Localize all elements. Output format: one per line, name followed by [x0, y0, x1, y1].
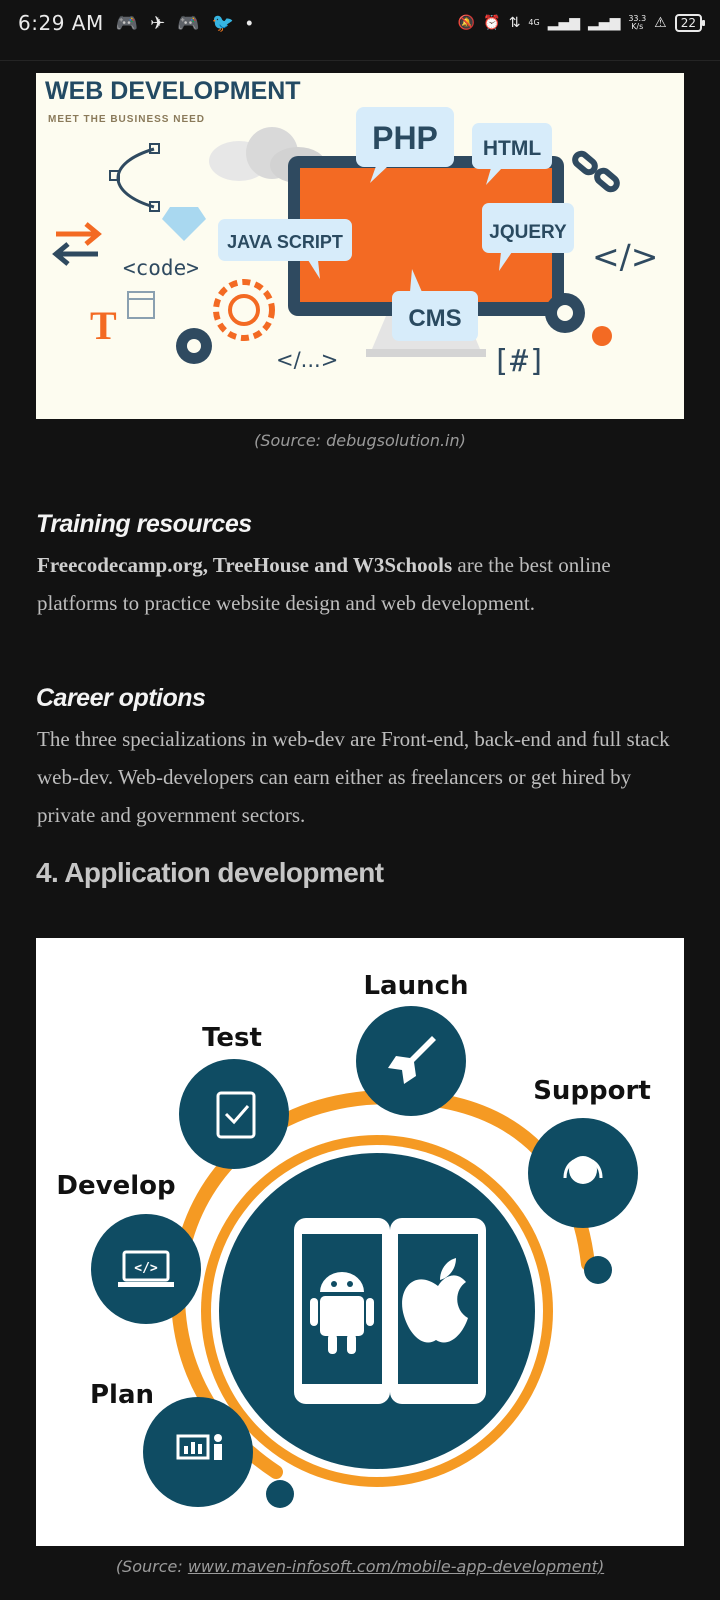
- fig1-hash-text: [#]: [492, 344, 546, 379]
- fig1-code-text: <code>: [123, 256, 199, 280]
- telegram-icon: ✈: [150, 13, 166, 33]
- mute-notification-icon: 🔕: [457, 15, 476, 31]
- network-type: 4G: [528, 18, 540, 27]
- support-label: Support: [533, 1076, 651, 1106]
- fig1-title: WEB DEVELOPMENT: [45, 77, 301, 105]
- top-divider: [0, 60, 720, 61]
- twitter-icon: 🐦: [211, 13, 235, 33]
- develop-label: Develop: [56, 1171, 175, 1201]
- fig1-subtitle: MEET THE BUSINESS NEED: [48, 114, 205, 125]
- data-arrows-icon: ⇅: [508, 15, 521, 31]
- training-bold-text: Freecodecamp.org, TreeHouse and W3School…: [37, 553, 453, 577]
- warning-icon: ⚠: [654, 15, 667, 31]
- discord-icon: 🎮: [115, 13, 139, 33]
- maven-infosoft-link[interactable]: www.maven-infosoft.com/mobile-app-develo…: [188, 1557, 604, 1576]
- more-notifications-dot-icon: •: [246, 13, 253, 33]
- application-development-heading: 4. Application development: [36, 857, 384, 888]
- battery-indicator: 22: [674, 14, 706, 32]
- android-phone: [294, 1218, 390, 1404]
- launch-label: Launch: [363, 971, 468, 1001]
- svg-text:JAVA SCRIPT: JAVA SCRIPT: [227, 232, 343, 252]
- fig1-ellipsis-tag-text: </...>: [276, 348, 338, 372]
- fig1-caption: (Source: debugsolution.in): [254, 431, 466, 450]
- app-development-lifecycle-image: Launch Test Support Develop </> Plan: [36, 938, 684, 1546]
- speed-unit: K/s: [631, 22, 644, 31]
- discord-icon-2: 🎮: [177, 13, 200, 33]
- svg-text:CMS: CMS: [408, 305, 461, 332]
- status-bar: 6:29 AM 🎮 ✈ 🎮 🐦 • 🔕 ⏰ ⇅ 4G ▂▄▆ ▂▄▆ 33.3 …: [0, 0, 720, 46]
- fig2-caption: (Source: www.maven-infosoft.com/mobile-a…: [0, 1557, 720, 1576]
- fig1-tag-text: </>: [592, 237, 658, 276]
- fig1-t-letter: T: [90, 303, 117, 348]
- network-speed: 33.3 K/s: [628, 15, 646, 31]
- signal-icon-2: ▂▄▆: [588, 15, 621, 31]
- alarm-icon: ⏰: [483, 15, 501, 31]
- career-options-heading: Career options: [36, 684, 206, 712]
- training-resources-heading: Training resources: [36, 510, 252, 538]
- svg-text:PHP: PHP: [372, 120, 438, 156]
- plan-label: Plan: [90, 1380, 154, 1410]
- training-resources-paragraph: Freecodecamp.org, TreeHouse and W3School…: [37, 546, 687, 622]
- laptop-code-text: </>: [134, 1261, 158, 1276]
- fig2-caption-prefix: (Source:: [115, 1557, 188, 1576]
- status-time: 6:29 AM: [18, 11, 104, 35]
- career-options-paragraph: The three specializations in web-dev are…: [37, 727, 670, 827]
- web-development-image: WEB DEVELOPMENT MEET THE BUSINESS NEED P…: [36, 73, 684, 419]
- svg-text:HTML: HTML: [483, 137, 541, 160]
- test-label: Test: [202, 1023, 262, 1053]
- signal-icon: ▂▄▆: [547, 15, 581, 31]
- apple-phone: [390, 1218, 486, 1404]
- svg-text:JQUERY: JQUERY: [489, 222, 567, 243]
